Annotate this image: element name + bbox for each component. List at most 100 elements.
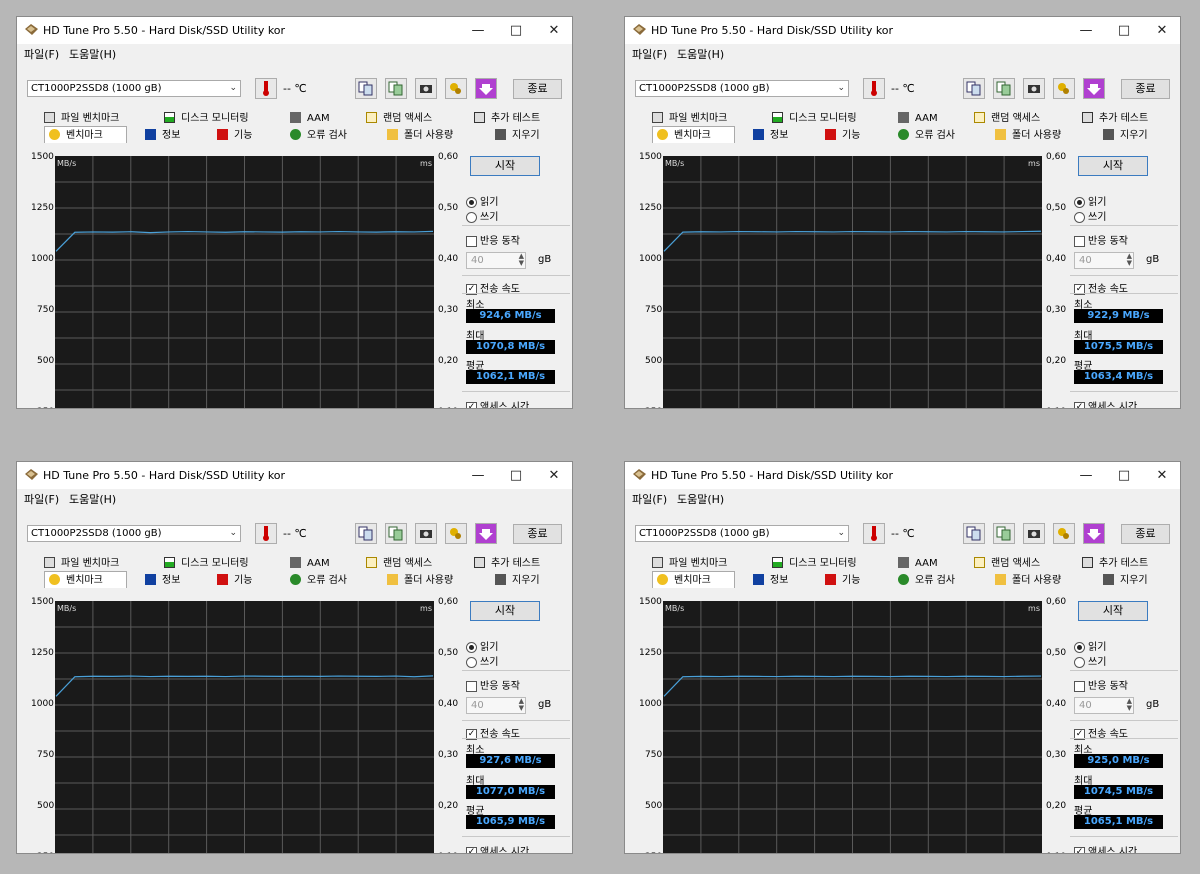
close-icon[interactable]: ✕	[535, 17, 572, 44]
tab-info[interactable]: 정보	[753, 572, 788, 589]
tab-folder-usage[interactable]: 폴더 사용량	[387, 127, 453, 144]
tab-error-scan[interactable]: 오류 검사	[898, 572, 955, 589]
drive-select[interactable]: CT1000P2SSD8 (1000 gB) ⌄	[27, 80, 241, 97]
menu-help[interactable]: 도움말(H)	[69, 491, 116, 507]
start-button[interactable]: 시작	[470, 601, 540, 621]
size-stepper[interactable]: 40 ▲ ▼	[466, 697, 526, 714]
read-radio[interactable]: 읽기	[466, 193, 498, 208]
tab-benchmark[interactable]: 벤치마크	[44, 571, 127, 588]
tab-aam[interactable]: AAM	[898, 555, 938, 572]
tab-disk-monitor[interactable]: 디스크 모니터링	[772, 555, 857, 572]
tab-error-scan[interactable]: 오류 검사	[898, 127, 955, 144]
tab-folder-usage[interactable]: 폴더 사용량	[387, 572, 453, 589]
start-button[interactable]: 시작	[470, 156, 540, 176]
copy-text-icon[interactable]	[385, 78, 407, 99]
tab-folder-usage[interactable]: 폴더 사용량	[995, 572, 1061, 589]
menu-file[interactable]: 파일(F)	[632, 46, 667, 62]
thermometer-icon[interactable]	[255, 523, 277, 544]
stepper-arrows-icon[interactable]: ▲ ▼	[519, 698, 524, 712]
access-time-checkbox[interactable]: ✓ 액세스 시간	[466, 843, 529, 853]
minimize-icon[interactable]: —	[1067, 462, 1105, 489]
tab-benchmark[interactable]: 벤치마크	[652, 126, 735, 143]
tab-disk-monitor[interactable]: 디스크 모니터링	[164, 555, 249, 572]
write-radio[interactable]: 쓰기	[1074, 208, 1106, 223]
repeat-checkbox[interactable]: 반응 동작	[1074, 232, 1128, 247]
tab-features[interactable]: 기능	[825, 572, 860, 589]
tab-erase[interactable]: 지우기	[495, 127, 540, 144]
title-bar[interactable]: HD Tune Pro 5.50 - Hard Disk/SSD Utility…	[17, 462, 572, 489]
drive-select[interactable]: CT1000P2SSD8 (1000 gB) ⌄	[635, 525, 849, 542]
tab-file-benchmark[interactable]: 파일 벤치마크	[652, 110, 727, 127]
copy-info-icon[interactable]	[963, 523, 985, 544]
tab-features[interactable]: 기능	[825, 127, 860, 144]
tab-random-access[interactable]: 랜덤 액세스	[366, 555, 432, 572]
thermometer-icon[interactable]	[255, 78, 277, 99]
write-radio[interactable]: 쓰기	[1074, 653, 1106, 668]
camera-icon[interactable]	[415, 78, 437, 99]
copy-info-icon[interactable]	[355, 523, 377, 544]
tab-error-scan[interactable]: 오류 검사	[290, 572, 347, 589]
repeat-checkbox[interactable]: 반응 동작	[1074, 677, 1128, 692]
minimize-icon[interactable]: —	[1067, 17, 1105, 44]
access-time-checkbox[interactable]: ✓ 액세스 시간	[1074, 843, 1137, 853]
maximize-icon[interactable]: □	[497, 462, 535, 489]
thermometer-icon[interactable]	[863, 78, 885, 99]
tab-info[interactable]: 정보	[145, 572, 180, 589]
access-time-checkbox[interactable]: ✓ 액세스 시간	[1074, 398, 1137, 408]
save-download-icon[interactable]	[475, 78, 497, 99]
tab-erase[interactable]: 지우기	[495, 572, 540, 589]
stepper-arrows-icon[interactable]: ▲ ▼	[519, 253, 524, 267]
repeat-checkbox[interactable]: 반응 동작	[466, 677, 520, 692]
copy-info-icon[interactable]	[963, 78, 985, 99]
tab-random-access[interactable]: 랜덤 액세스	[974, 110, 1040, 127]
title-bar[interactable]: HD Tune Pro 5.50 - Hard Disk/SSD Utility…	[625, 462, 1180, 489]
read-radio[interactable]: 읽기	[1074, 638, 1106, 653]
camera-icon[interactable]	[1023, 78, 1045, 99]
read-radio[interactable]: 읽기	[1074, 193, 1106, 208]
tab-info[interactable]: 정보	[145, 127, 180, 144]
repeat-checkbox[interactable]: 반응 동작	[466, 232, 520, 247]
tab-features[interactable]: 기능	[217, 572, 252, 589]
tab-features[interactable]: 기능	[217, 127, 252, 144]
options-icon[interactable]	[445, 78, 467, 99]
tab-extra-tests[interactable]: 추가 테스트	[474, 555, 540, 572]
access-time-checkbox[interactable]: ✓ 액세스 시간	[466, 398, 529, 408]
tab-file-benchmark[interactable]: 파일 벤치마크	[44, 110, 119, 127]
tab-file-benchmark[interactable]: 파일 벤치마크	[44, 555, 119, 572]
tab-info[interactable]: 정보	[753, 127, 788, 144]
options-icon[interactable]	[1053, 78, 1075, 99]
options-icon[interactable]	[445, 523, 467, 544]
title-bar[interactable]: HD Tune Pro 5.50 - Hard Disk/SSD Utility…	[625, 17, 1180, 44]
minimize-icon[interactable]: —	[459, 17, 497, 44]
read-radio[interactable]: 읽기	[466, 638, 498, 653]
maximize-icon[interactable]: □	[1105, 17, 1143, 44]
exit-button[interactable]: 종료	[1121, 524, 1170, 544]
menu-file[interactable]: 파일(F)	[632, 491, 667, 507]
copy-text-icon[interactable]	[385, 523, 407, 544]
tab-extra-tests[interactable]: 추가 테스트	[474, 110, 540, 127]
camera-icon[interactable]	[415, 523, 437, 544]
tab-disk-monitor[interactable]: 디스크 모니터링	[772, 110, 857, 127]
save-download-icon[interactable]	[475, 523, 497, 544]
tab-folder-usage[interactable]: 폴더 사용량	[995, 127, 1061, 144]
drive-select[interactable]: CT1000P2SSD8 (1000 gB) ⌄	[635, 80, 849, 97]
save-download-icon[interactable]	[1083, 523, 1105, 544]
copy-text-icon[interactable]	[993, 523, 1015, 544]
tab-erase[interactable]: 지우기	[1103, 572, 1148, 589]
copy-text-icon[interactable]	[993, 78, 1015, 99]
close-icon[interactable]: ✕	[535, 462, 572, 489]
close-icon[interactable]: ✕	[1143, 462, 1180, 489]
copy-info-icon[interactable]	[355, 78, 377, 99]
start-button[interactable]: 시작	[1078, 156, 1148, 176]
stepper-arrows-icon[interactable]: ▲ ▼	[1127, 253, 1132, 267]
menu-help[interactable]: 도움말(H)	[677, 46, 724, 62]
tab-aam[interactable]: AAM	[290, 110, 330, 127]
menu-help[interactable]: 도움말(H)	[677, 491, 724, 507]
tab-aam[interactable]: AAM	[290, 555, 330, 572]
menu-help[interactable]: 도움말(H)	[69, 46, 116, 62]
save-download-icon[interactable]	[1083, 78, 1105, 99]
title-bar[interactable]: HD Tune Pro 5.50 - Hard Disk/SSD Utility…	[17, 17, 572, 44]
tab-extra-tests[interactable]: 추가 테스트	[1082, 110, 1148, 127]
options-icon[interactable]	[1053, 523, 1075, 544]
start-button[interactable]: 시작	[1078, 601, 1148, 621]
